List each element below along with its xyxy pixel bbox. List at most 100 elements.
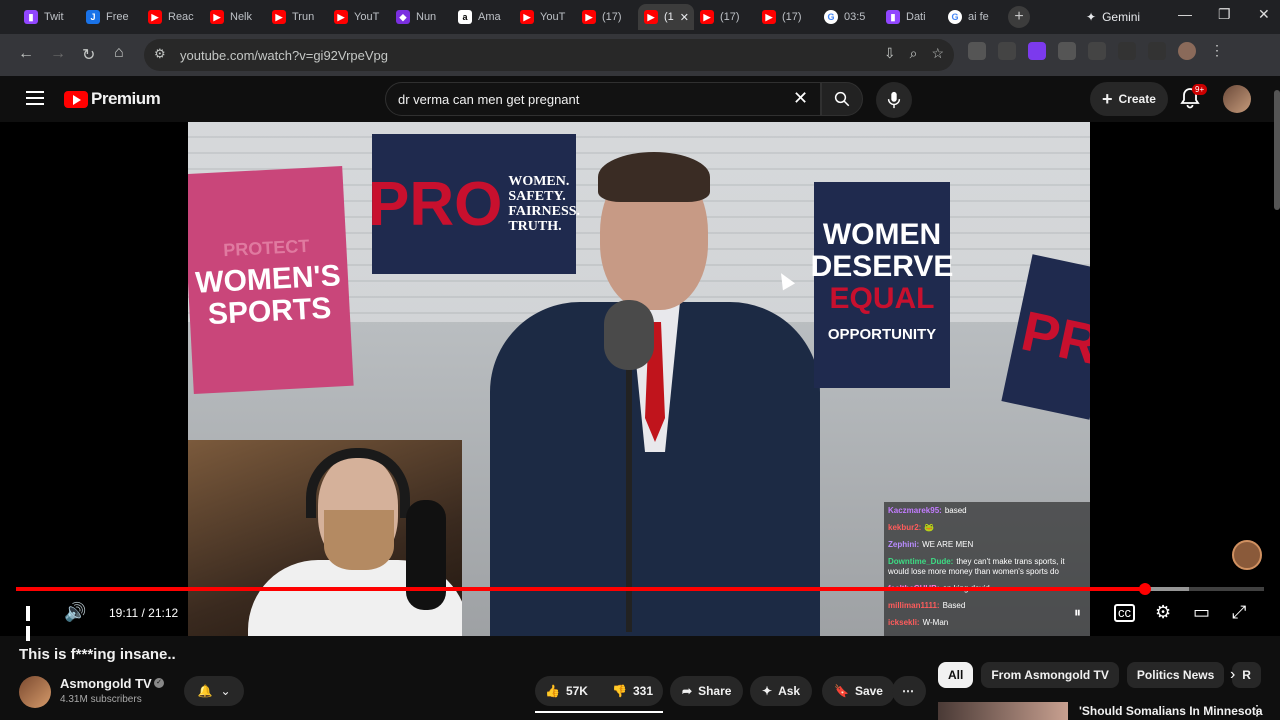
save-button[interactable]: 🔖 Save [822, 676, 895, 706]
back-icon[interactable]: ← [18, 45, 34, 63]
browser-tab[interactable]: ▶ YouT [514, 4, 576, 30]
fullscreen-icon[interactable]: ⤢ [1232, 602, 1246, 623]
like-ratio-bar [535, 711, 663, 713]
search-icon [834, 91, 850, 107]
like-dislike-group: 👍 57K 👎 331 [535, 676, 663, 706]
browser-menu-icon[interactable]: ⋮ [1208, 42, 1226, 60]
browser-tab[interactable]: ▶ (17) [576, 4, 638, 30]
captions-icon[interactable]: cc [1114, 604, 1135, 622]
search-button[interactable] [821, 82, 863, 116]
restore-icon[interactable]: ❐ [1218, 6, 1231, 23]
account-avatar[interactable] [1223, 85, 1251, 113]
ask-button[interactable]: ✦ Ask [750, 676, 813, 706]
settings-gear-icon[interactable]: ⚙ [1155, 602, 1171, 623]
dislike-count[interactable]: 331 [633, 684, 653, 698]
browser-tab[interactable]: ▶ (17) [694, 4, 756, 30]
reload-icon[interactable]: ↻ [82, 45, 95, 65]
more-actions-button[interactable]: ⋯ [892, 676, 926, 706]
minimize-icon[interactable]: — [1178, 6, 1192, 22]
youtube-icon: ▶ [520, 10, 534, 24]
shield-icon[interactable] [1058, 42, 1076, 60]
browser-tab[interactable]: ▶ (1 ✕ [638, 4, 694, 30]
browser-tab[interactable]: ▶ Nelk [204, 4, 266, 30]
browser-tab[interactable]: ◆ Nun [390, 4, 452, 30]
share-button[interactable]: ➦ Share [670, 676, 744, 706]
browser-tab[interactable]: ▶ Trun [266, 4, 328, 30]
youtube-logo[interactable]: Premium [64, 89, 161, 109]
create-button[interactable]: + Create [1090, 82, 1168, 116]
sparkle-icon: ✦ [762, 684, 773, 698]
youtube-icon: ▶ [762, 10, 776, 24]
filter-chip[interactable]: Politics News [1126, 662, 1225, 688]
extension-1-icon[interactable] [968, 42, 986, 60]
channel-name[interactable]: Asmongold TV [60, 676, 152, 691]
gemini-button[interactable]: ✦ Gemini [1076, 4, 1150, 30]
recommendation-menu-icon[interactable]: ⋮ [1250, 702, 1264, 719]
video-player[interactable]: PROTECT WOMEN'S SPORTS PRO WOMEN. SAFETY… [0, 122, 1280, 641]
youtube-header: Premium dr verma can men get pregnant ✕ … [0, 76, 1280, 122]
autoplay-toggle[interactable]: ⏸ [1074, 604, 1081, 621]
filter-chip[interactable]: From Asmongold TV [981, 662, 1119, 688]
theater-mode-icon[interactable]: ▭ [1193, 602, 1210, 623]
site-info-icon[interactable]: ⚙ [154, 46, 166, 62]
browser-tab[interactable]: G 03:5 [818, 4, 880, 30]
profile-avatar[interactable] [1178, 42, 1196, 60]
chevron-right-icon[interactable]: › [1230, 666, 1235, 684]
page-scrollbar[interactable] [1274, 90, 1280, 210]
install-app-icon[interactable]: ⇩ [884, 45, 896, 62]
youtube-icon: ▶ [700, 10, 714, 24]
notifications-button[interactable]: 9+ [1180, 84, 1208, 109]
subscribed-button[interactable]: 🔔 ⌄ [184, 676, 244, 706]
notification-badge: 9+ [1192, 84, 1208, 95]
filter-chip[interactable]: All [938, 662, 974, 688]
new-tab-icon[interactable]: + [1008, 6, 1030, 28]
thumbs-down-icon[interactable]: 👎 [612, 684, 627, 698]
filter-chip[interactable]: R [1232, 662, 1261, 688]
zoom-icon[interactable]: ⌕ [910, 45, 918, 62]
address-bar[interactable]: ⚙ youtube.com/watch?v=gi92VrpeVpg ⇩ ⌕ ☆ [144, 39, 954, 71]
browser-tab[interactable]: ▶ YouT [328, 4, 390, 30]
browser-tab[interactable]: ▮ Dati [880, 4, 942, 30]
recommendation-thumbnail[interactable] [938, 702, 1068, 720]
extension-2-icon[interactable] [998, 42, 1016, 60]
media-icon[interactable] [1148, 42, 1166, 60]
thumbs-up-icon[interactable]: 👍 [545, 684, 560, 698]
puzzle-icon[interactable] [1088, 42, 1106, 60]
logo-text: Premium [91, 89, 161, 108]
channel-avatar[interactable] [19, 676, 51, 708]
like-count[interactable]: 57K [566, 684, 588, 698]
clear-search-icon[interactable]: ✕ [793, 88, 808, 109]
home-icon[interactable]: ⌂ [114, 44, 124, 62]
close-window-icon[interactable]: ✕ [1258, 6, 1270, 23]
browser-tab[interactable]: Gai fe [942, 4, 1004, 30]
scrubber-handle[interactable] [1139, 583, 1152, 595]
tab-label: ai fe [968, 11, 989, 23]
close-tab-icon[interactable]: ✕ [680, 11, 689, 24]
chat-message: kekbur2: 🐸 [888, 523, 1086, 533]
voice-search-button[interactable] [876, 82, 912, 118]
pause-icon[interactable] [26, 606, 38, 641]
share-label: Share [698, 684, 732, 698]
bookmark-star-icon[interactable]: ☆ [931, 45, 944, 62]
app-icon: ◆ [396, 10, 410, 24]
recommendation-title[interactable]: 'Should Somalians In Minnesota [1079, 704, 1263, 718]
browser-tab[interactable]: ▮ Twit [18, 4, 80, 30]
chat-message: Kaczmarek95: based [888, 506, 1086, 516]
browser-tab[interactable]: ▶ (17) [756, 4, 818, 30]
sidepanel-icon[interactable] [1118, 42, 1136, 60]
browser-tab[interactable]: ▶ Reac [142, 4, 204, 30]
chat-text: 🐸 [924, 523, 935, 532]
channel-watermark-avatar[interactable] [1232, 540, 1262, 570]
browser-tab[interactable]: a Ama [452, 4, 514, 30]
extension-3-icon[interactable] [1028, 42, 1046, 60]
tab-label: (17) [720, 11, 740, 23]
progress-bar[interactable] [16, 583, 1264, 595]
chat-message: Downtime_Dude: they can't make trans spor… [888, 557, 1086, 577]
more-horiz-icon: ⋯ [902, 684, 914, 698]
browser-tab[interactable]: J Free [80, 4, 142, 30]
volume-icon[interactable]: 🔊 [64, 602, 86, 623]
menu-icon[interactable] [26, 91, 44, 105]
forward-icon[interactable]: → [50, 45, 66, 63]
search-input[interactable]: dr verma can men get pregnant [385, 82, 821, 116]
twitch-icon: ▮ [886, 10, 900, 24]
